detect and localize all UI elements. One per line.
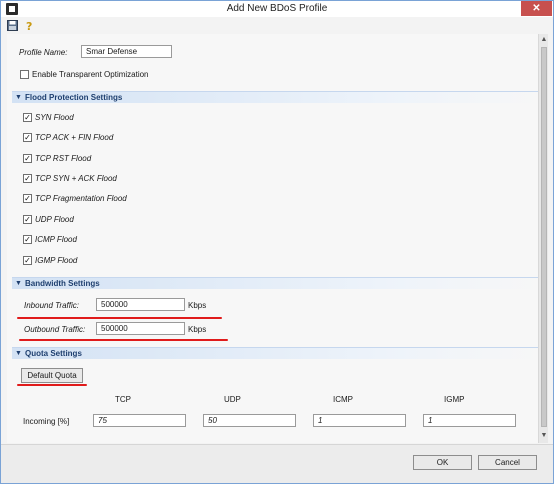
column-header-udp: UDP — [224, 395, 241, 404]
profile-name-input[interactable]: Smar Defense — [81, 45, 172, 58]
svg-text:?: ? — [26, 20, 32, 31]
inbound-traffic-input[interactable]: 500000 — [96, 298, 185, 311]
highlight-underline — [17, 317, 222, 319]
tcp-fragmentation-flood-label: TCP Fragmentation Flood — [35, 194, 127, 203]
scroll-down-icon[interactable]: ▼ — [539, 431, 549, 441]
igmp-flood-checkbox[interactable]: ✓ — [23, 256, 32, 265]
column-header-tcp: TCP — [115, 395, 131, 404]
scroll-up-icon[interactable]: ▲ — [539, 35, 549, 45]
highlight-underline — [17, 384, 87, 386]
udp-flood-label: UDP Flood — [35, 215, 74, 224]
tcp-ack-fin-flood-label: TCP ACK + FIN Flood — [35, 133, 114, 142]
inbound-unit-label: Kbps — [188, 301, 207, 310]
incoming-igmp-input[interactable]: 1 — [423, 414, 516, 427]
outbound-unit-label: Kbps — [188, 325, 207, 334]
section-title: Flood Protection Settings — [25, 93, 123, 102]
tcp-rst-flood-checkbox[interactable]: ✓ — [23, 154, 32, 163]
toolbar: ? — [1, 17, 553, 34]
collapse-arrow-icon: ▼ — [15, 280, 22, 287]
save-icon[interactable] — [7, 20, 18, 31]
incoming-icmp-input[interactable]: 1 — [313, 414, 406, 427]
tcp-fragmentation-flood-checkbox[interactable]: ✓ — [23, 194, 32, 203]
section-title: Bandwidth Settings — [25, 279, 100, 288]
incoming-row-label: Incoming [%] — [23, 417, 70, 426]
udp-flood-checkbox[interactable]: ✓ — [23, 215, 32, 224]
title-bar[interactable]: Add New BDoS Profile ✕ — [1, 1, 553, 17]
scroll-thumb[interactable] — [541, 47, 547, 427]
dialog-footer: OK Cancel — [1, 444, 553, 483]
help-icon[interactable]: ? — [24, 20, 35, 33]
form-content: Profile Name: Smar Defense Enable Transp… — [7, 34, 538, 443]
section-title: Quota Settings — [25, 349, 82, 358]
tcp-ack-fin-flood-checkbox[interactable]: ✓ — [23, 133, 32, 142]
syn-flood-checkbox[interactable]: ✓ — [23, 113, 32, 122]
window-title: Add New BDoS Profile — [226, 3, 328, 14]
icmp-flood-checkbox[interactable]: ✓ — [23, 235, 32, 244]
incoming-udp-input[interactable]: 50 — [203, 414, 296, 427]
inbound-traffic-label: Inbound Traffic: — [24, 301, 79, 310]
default-quota-button[interactable]: Default Quota — [21, 368, 83, 383]
syn-flood-label: SYN Flood — [35, 113, 74, 122]
collapse-arrow-icon: ▼ — [15, 350, 22, 357]
cancel-button[interactable]: Cancel — [478, 455, 537, 470]
tcp-syn-ack-flood-checkbox[interactable]: ✓ — [23, 174, 32, 183]
vertical-scrollbar[interactable]: ▲ ▼ — [538, 34, 548, 443]
close-button[interactable]: ✕ — [521, 1, 552, 16]
outbound-traffic-input[interactable]: 500000 — [96, 322, 185, 335]
ok-button[interactable]: OK — [413, 455, 472, 470]
profile-name-label: Profile Name: — [19, 48, 68, 57]
transparent-optimization-label: Enable Transparent Optimization — [32, 70, 149, 79]
collapse-arrow-icon: ▼ — [15, 94, 22, 101]
highlight-underline — [19, 339, 228, 341]
dialog-window: Add New BDoS Profile ✕ ? Profile Name: S… — [0, 0, 554, 484]
section-quota[interactable]: ▼ Quota Settings — [12, 347, 538, 359]
section-flood-protection[interactable]: ▼ Flood Protection Settings — [12, 91, 538, 103]
column-header-igmp: IGMP — [444, 395, 465, 404]
section-bandwidth[interactable]: ▼ Bandwidth Settings — [12, 277, 538, 289]
outbound-traffic-label: Outbound Traffic: — [24, 325, 86, 334]
transparent-optimization-checkbox[interactable] — [20, 70, 29, 79]
incoming-tcp-input[interactable]: 75 — [93, 414, 186, 427]
igmp-flood-label: IGMP Flood — [35, 256, 78, 265]
tcp-rst-flood-label: TCP RST Flood — [35, 154, 92, 163]
tcp-syn-ack-flood-label: TCP SYN + ACK Flood — [35, 174, 117, 183]
column-header-icmp: ICMP — [333, 395, 353, 404]
icmp-flood-label: ICMP Flood — [35, 235, 77, 244]
